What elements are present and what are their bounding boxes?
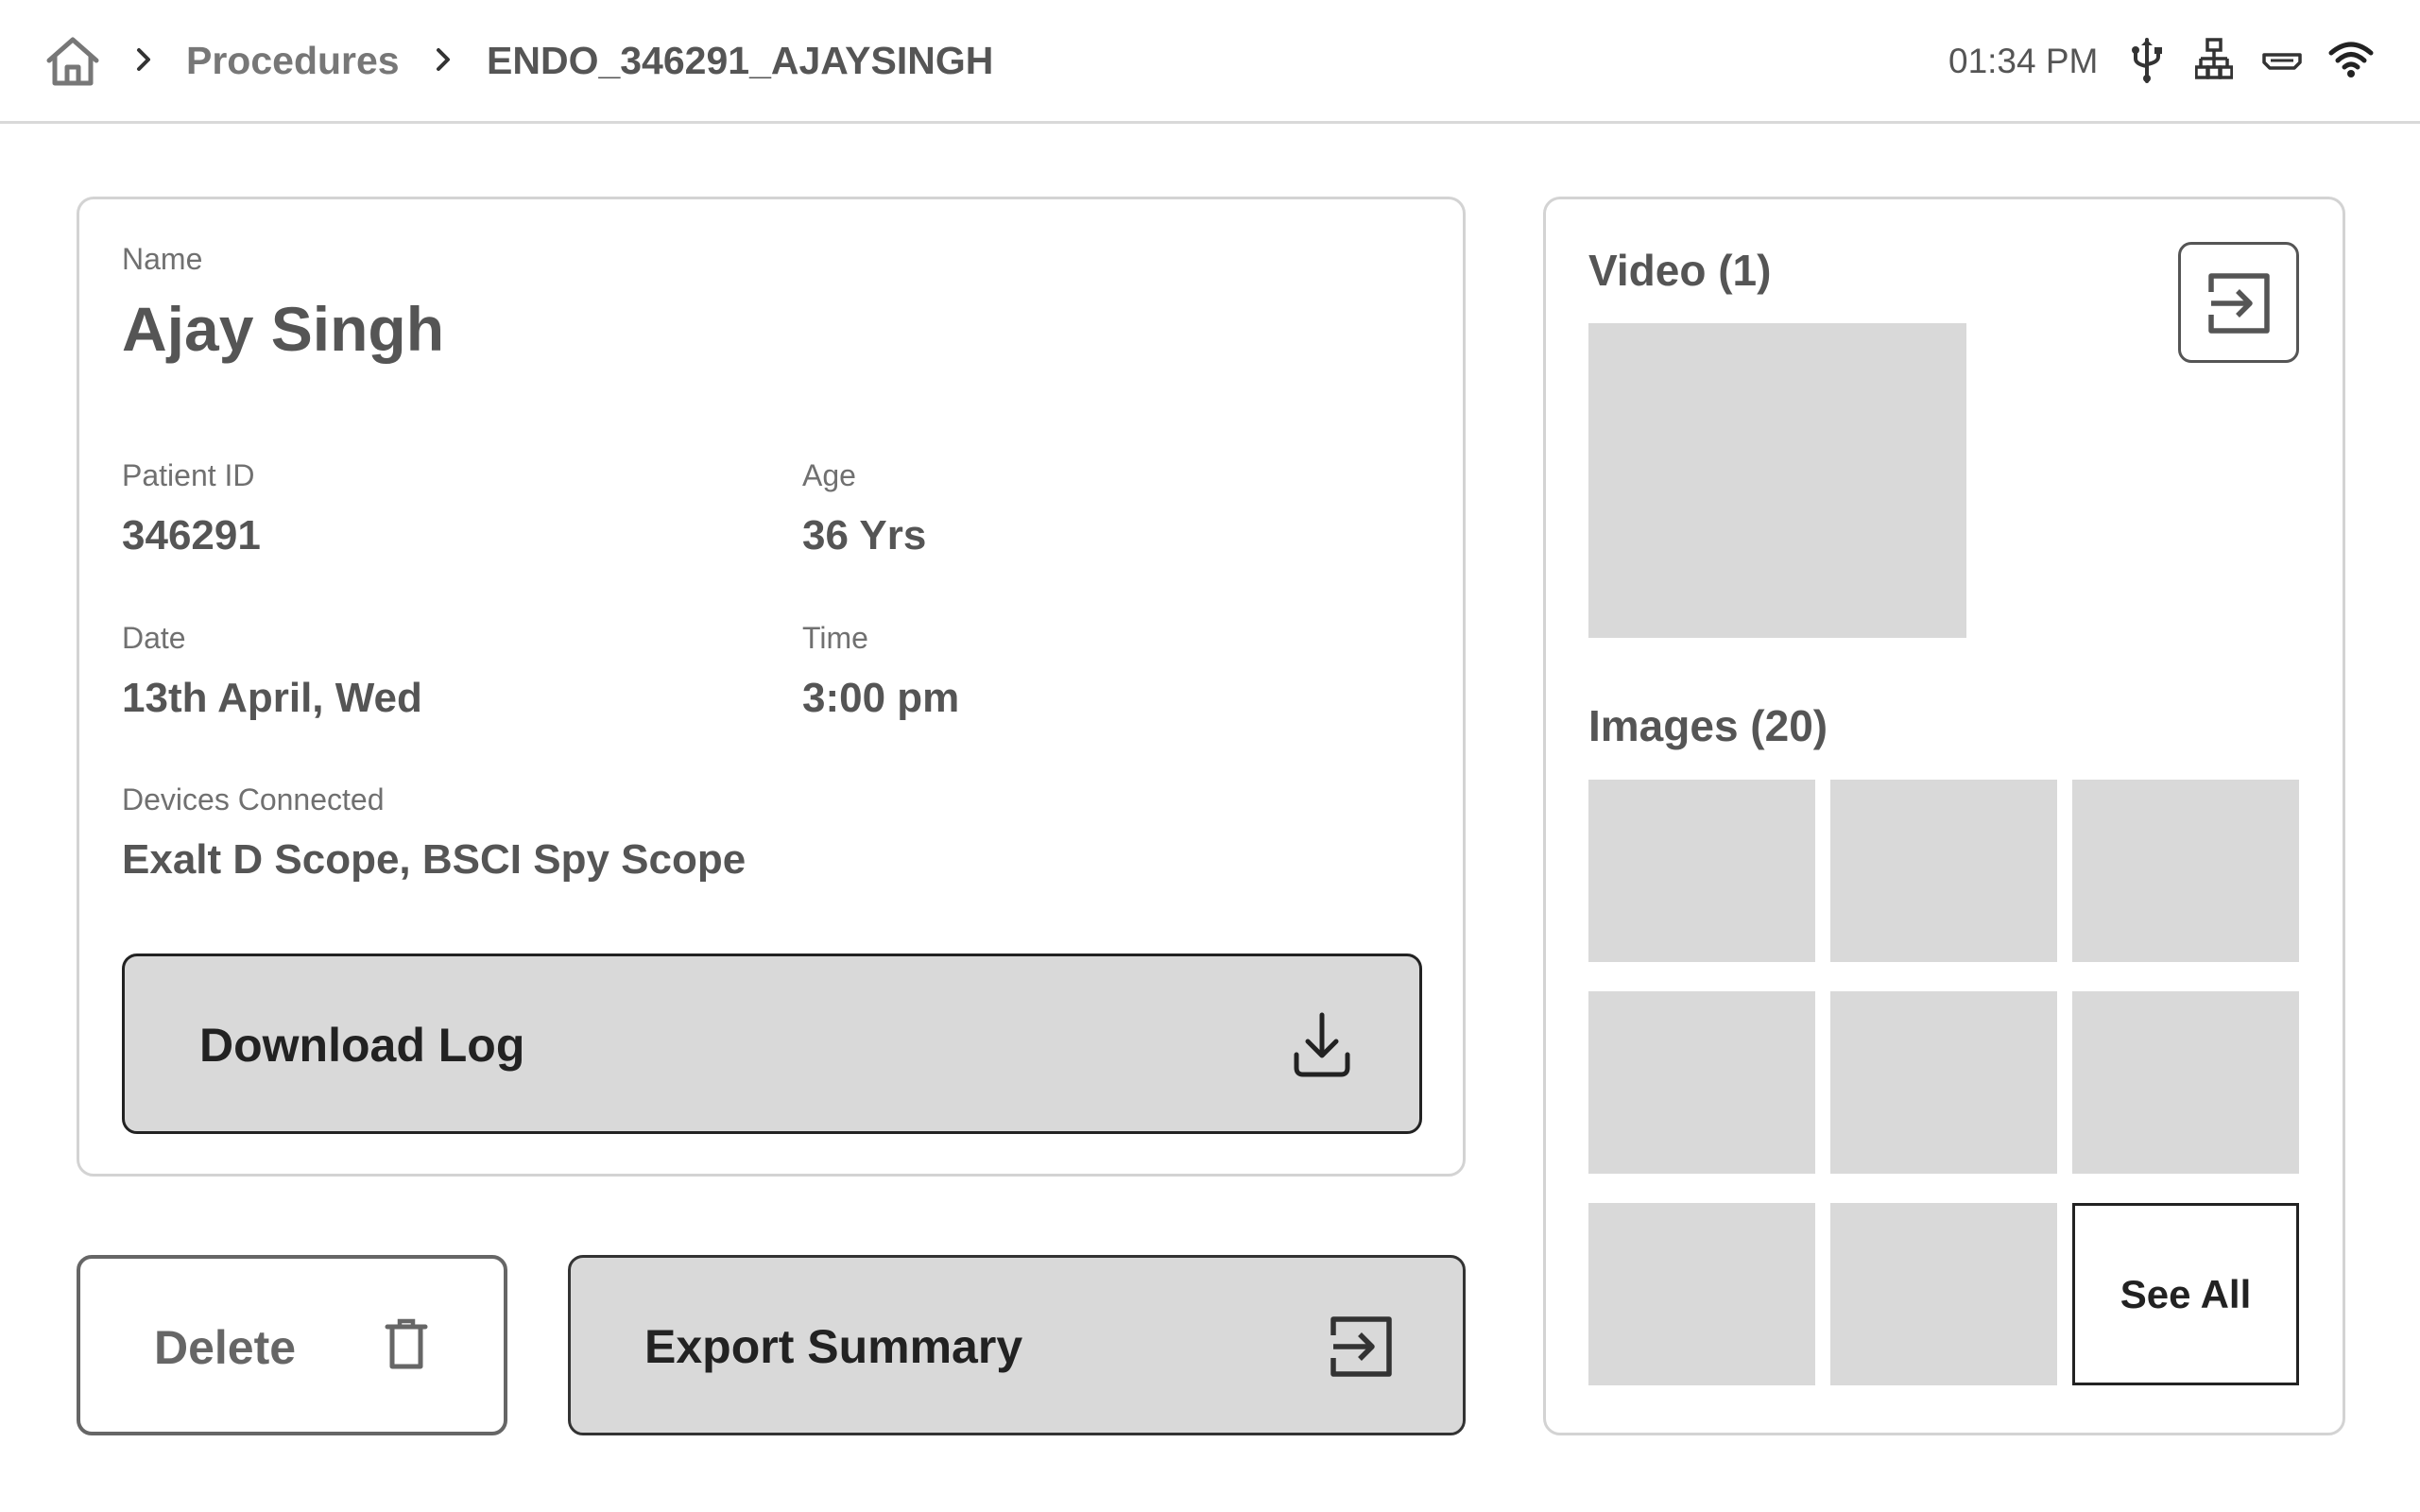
devices-label: Devices Connected	[122, 782, 385, 816]
image-thumbnail[interactable]	[2072, 780, 2299, 962]
export-summary-label: Export Summary	[644, 1320, 1023, 1373]
date-value: 13th April, Wed	[122, 675, 422, 721]
image-thumbnail[interactable]	[1830, 991, 2057, 1174]
chevron-right-icon	[437, 48, 450, 71]
name-label: Name	[122, 242, 203, 276]
date-label: Date	[122, 621, 186, 655]
hdmi-icon	[2262, 53, 2302, 70]
images-section-title: Images (20)	[1588, 701, 1828, 750]
download-log-button[interactable]: Download Log	[122, 954, 1422, 1134]
age-value: 36 Yrs	[802, 512, 927, 558]
video-thumbnail[interactable]	[1588, 323, 1966, 638]
export-icon	[2208, 273, 2270, 334]
delete-label: Delete	[154, 1321, 297, 1374]
delete-button[interactable]: Delete	[77, 1255, 507, 1435]
open-video-button[interactable]	[2178, 242, 2299, 363]
image-thumbnail[interactable]	[1830, 1203, 2057, 1385]
breadcrumb-current: ENDO_346291_AJAYSINGH	[487, 39, 994, 82]
video-section-title: Video (1)	[1588, 246, 1772, 295]
see-all-button[interactable]: See All	[2072, 1203, 2299, 1385]
export-summary-button[interactable]: Export Summary	[568, 1255, 1466, 1435]
image-thumbnail[interactable]	[1588, 1203, 1815, 1385]
export-icon	[1330, 1316, 1392, 1377]
devices-value: Exalt D Scope, BSCI Spy Scope	[122, 836, 747, 883]
time-label: Time	[802, 621, 868, 655]
breadcrumb-procedures[interactable]: Procedures	[186, 36, 400, 85]
clock: 01:34 PM	[1948, 42, 2099, 80]
image-thumbnail[interactable]	[1588, 991, 1815, 1174]
patient-id-label: Patient ID	[122, 458, 255, 492]
image-thumbnail[interactable]	[1588, 780, 1815, 962]
time-value: 3:00 pm	[802, 675, 960, 721]
patient-name: Ajay Singh	[122, 294, 445, 364]
patient-id-value: 346291	[122, 512, 261, 558]
download-log-label: Download Log	[199, 1019, 525, 1072]
age-label: Age	[802, 458, 856, 492]
download-icon	[1294, 1012, 1350, 1077]
wifi-icon	[2328, 42, 2374, 77]
trash-icon	[385, 1318, 428, 1369]
image-thumbnail[interactable]	[1830, 780, 2057, 962]
image-thumbnail[interactable]	[2072, 991, 2299, 1174]
usb-icon	[2132, 38, 2162, 83]
network-icon	[2195, 38, 2233, 79]
chevron-right-icon	[137, 48, 150, 71]
home-icon[interactable]	[45, 36, 100, 87]
